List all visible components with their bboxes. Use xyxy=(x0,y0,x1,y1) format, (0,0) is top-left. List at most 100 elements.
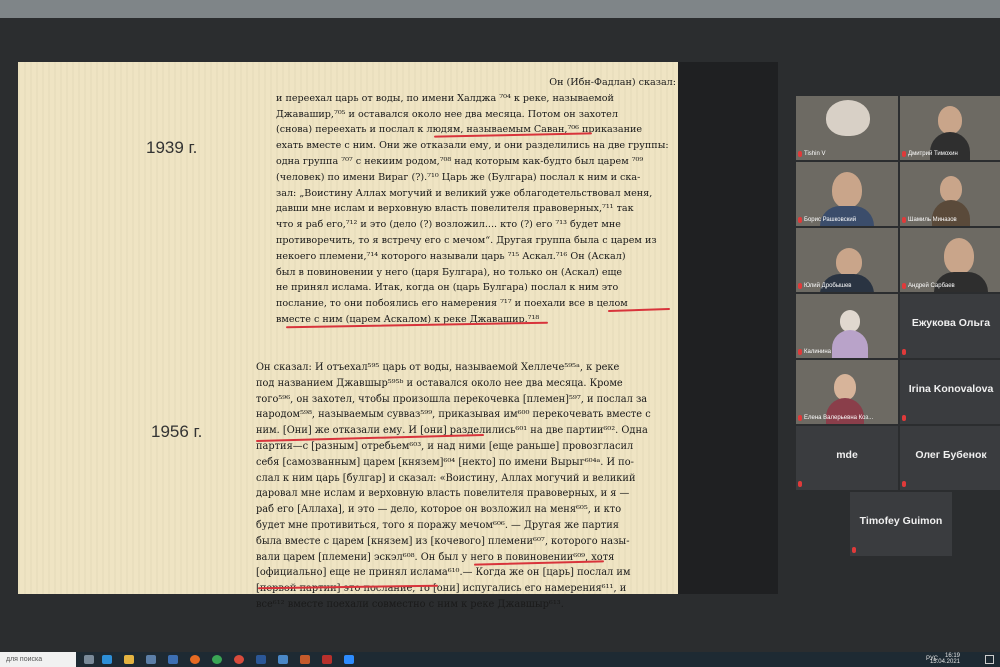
participant-body xyxy=(832,330,868,358)
chrome-icon[interactable] xyxy=(212,655,222,664)
mic-muted-icon xyxy=(798,481,802,487)
mic-muted-icon xyxy=(798,217,802,223)
task-view-icon[interactable] xyxy=(84,655,94,664)
screen: 1939 г. 1956 г. Он (Ибн-Фадлан) сказал: … xyxy=(0,18,1000,652)
scan-line: народом⁵⁹⁸, называемым сувваз⁵⁹⁹, приказ… xyxy=(256,409,651,421)
participant-tile[interactable]: Timofey Guimon xyxy=(850,492,952,556)
participant-tile[interactable]: Ежукова Ольга xyxy=(900,294,1000,358)
windows-taskbar: для поиска РУС 16:19 15.04.2021 xyxy=(0,652,1000,667)
participant-name: Дмитрий Тимохин xyxy=(908,151,958,157)
scan-line: под названием Джавшыр⁵⁹⁵ᵇ и оставался ок… xyxy=(256,377,623,389)
participant-name: Калинина xyxy=(804,349,831,355)
scan-line: не принял ислама. Итак, когда он (царь Б… xyxy=(276,282,619,294)
scan-line: [первой партии] это послание, то [они] и… xyxy=(256,583,627,595)
participant-video xyxy=(840,310,860,332)
acrobat-icon[interactable] xyxy=(322,655,332,664)
store-icon[interactable] xyxy=(146,655,156,664)
participant-name: Юлий Дробышев xyxy=(804,283,852,289)
mic-muted-icon xyxy=(902,151,906,157)
scan-line: зал: „Воистину Аллах могучий и великий у… xyxy=(276,187,653,199)
participant-body xyxy=(934,272,988,292)
participant-body xyxy=(820,206,874,226)
participant-video xyxy=(832,172,862,208)
word-icon[interactable] xyxy=(256,655,266,664)
scan-text-1939: Он (Ибн-Фадлан) сказал: и переехал царь … xyxy=(276,75,676,328)
participant-tile[interactable]: Дмитрий Тимохин xyxy=(900,96,1000,160)
participant-name-large: Олег Бубенок xyxy=(915,449,987,461)
scan-line: слал к ним царь [булгар] и сказал: «Воис… xyxy=(256,472,636,484)
taskbar-search-input[interactable]: для поиска xyxy=(0,652,76,667)
participant-name: Tishin V xyxy=(804,151,826,157)
scan-line: раб его [Аллаха], и это — дело, которое … xyxy=(256,504,622,516)
scan-line: того⁵⁹⁶, он захотел, чтобы произошла пер… xyxy=(256,393,648,405)
participant-tile[interactable]: Юлий Дробышев xyxy=(796,228,898,292)
scan-line: Он (Ибн-Фадлан) сказал: xyxy=(549,77,676,88)
participant-video xyxy=(826,100,870,136)
shared-slide: 1939 г. 1956 г. Он (Ибн-Фадлан) сказал: … xyxy=(18,62,678,610)
mic-muted-icon xyxy=(798,151,802,157)
mic-muted-icon xyxy=(798,415,802,421)
participant-name: Елена Валерьевна Коз... xyxy=(804,415,874,421)
participant-tile[interactable]: Олег Бубенок xyxy=(900,426,1000,490)
participant-name: Борис Рашковский xyxy=(804,217,857,223)
app-icon[interactable] xyxy=(278,655,288,664)
scan-line: даровал мне ислам и верховную власть пов… xyxy=(256,488,630,500)
mic-muted-icon xyxy=(902,283,906,289)
scan-line: все⁶¹² вместе поехали совместно с ним к … xyxy=(256,598,564,610)
clock-date: 15.04.2021 xyxy=(929,659,960,665)
participant-name-large: Ежукова Ольга xyxy=(911,317,991,329)
scan-line: Он сказал: И отъехал⁵⁹⁵ царь от воды, на… xyxy=(256,362,620,373)
edge-browser-icon[interactable] xyxy=(102,655,112,664)
scan-line: ним. [Они] же отказали ему. И [они] разд… xyxy=(256,425,648,437)
chrome-alt-icon[interactable] xyxy=(234,655,244,664)
mic-muted-icon xyxy=(852,547,856,553)
participant-tile[interactable]: Шамиль Миназов xyxy=(900,162,1000,226)
participant-tile[interactable]: mde xyxy=(796,426,898,490)
participant-video xyxy=(834,374,856,400)
participant-tile[interactable]: Калинина xyxy=(796,294,898,358)
scan-line: одна группа ⁷⁰⁷ с некиим родом,⁷⁰⁸ над к… xyxy=(276,155,644,167)
mic-muted-icon xyxy=(798,349,802,355)
participant-tile[interactable]: Tishin V xyxy=(796,96,898,160)
participant-name-large: Timofey Guimon xyxy=(859,515,943,527)
scan-line: и переехал царь от воды, по имени Халджа… xyxy=(276,92,614,104)
scan-line: партия—с [разным] отребьем⁶⁰³, и над ним… xyxy=(256,440,634,452)
participant-tile[interactable]: Андрей Сарбаев xyxy=(900,228,1000,292)
participant-video xyxy=(940,176,962,202)
scan-line: Джавашир,⁷⁰⁵ и оставался около нее два м… xyxy=(276,108,618,120)
mail-icon[interactable] xyxy=(168,655,178,664)
scan-line: давши мне ислам и верховную власть повел… xyxy=(276,203,634,215)
participant-video xyxy=(836,248,862,276)
participant-tile[interactable]: Борис Рашковский xyxy=(796,162,898,226)
scan-text-1956: Он сказал: И отъехал⁵⁹⁵ царь от воды, на… xyxy=(256,360,676,613)
clock[interactable]: 16:19 15.04.2021 xyxy=(930,653,960,665)
participant-tile[interactable]: Елена Валерьевна Коз... xyxy=(796,360,898,424)
scan-line: вали царем [племени] эскэл⁶⁰⁸. Он был у … xyxy=(256,551,615,563)
scan-line: что я раб его,⁷¹² и это (дело (?) возлож… xyxy=(276,219,621,231)
participant-video xyxy=(944,238,974,274)
scan-line: противоречить, то я встречу его с мечом“… xyxy=(276,234,657,246)
participant-video xyxy=(938,106,962,134)
scan-line: некоего племени,⁷¹⁴ которого называли ца… xyxy=(276,250,626,262)
zoom-icon[interactable] xyxy=(344,655,354,664)
participant-tile[interactable]: Irina Konovalova xyxy=(900,360,1000,424)
powerpoint-icon[interactable] xyxy=(300,655,310,664)
mic-muted-icon xyxy=(902,349,906,355)
mic-muted-icon xyxy=(902,415,906,421)
firefox-icon[interactable] xyxy=(190,655,200,664)
scan-line: (человек) по имени Вираг (?).⁷¹⁰ Царь же… xyxy=(276,171,641,183)
monitor-bezel xyxy=(0,0,1000,18)
participant-name-large: mde xyxy=(836,449,858,461)
notification-icon[interactable] xyxy=(985,655,994,664)
participant-name: Шамиль Миназов xyxy=(908,217,957,223)
participant-name: Андрей Сарбаев xyxy=(908,283,955,289)
year-label-1956: 1956 г. xyxy=(151,422,203,441)
mic-muted-icon xyxy=(902,481,906,487)
participant-name-large: Irina Konovalova xyxy=(908,383,994,395)
scan-line: был в повиновении у него (царя Булгара),… xyxy=(276,266,623,278)
mic-muted-icon xyxy=(902,217,906,223)
mic-muted-icon xyxy=(798,283,802,289)
slide-side-panel xyxy=(678,62,778,594)
file-explorer-icon[interactable] xyxy=(124,655,134,664)
scan-line: будет мне противиться, того я поражу меч… xyxy=(256,519,619,531)
